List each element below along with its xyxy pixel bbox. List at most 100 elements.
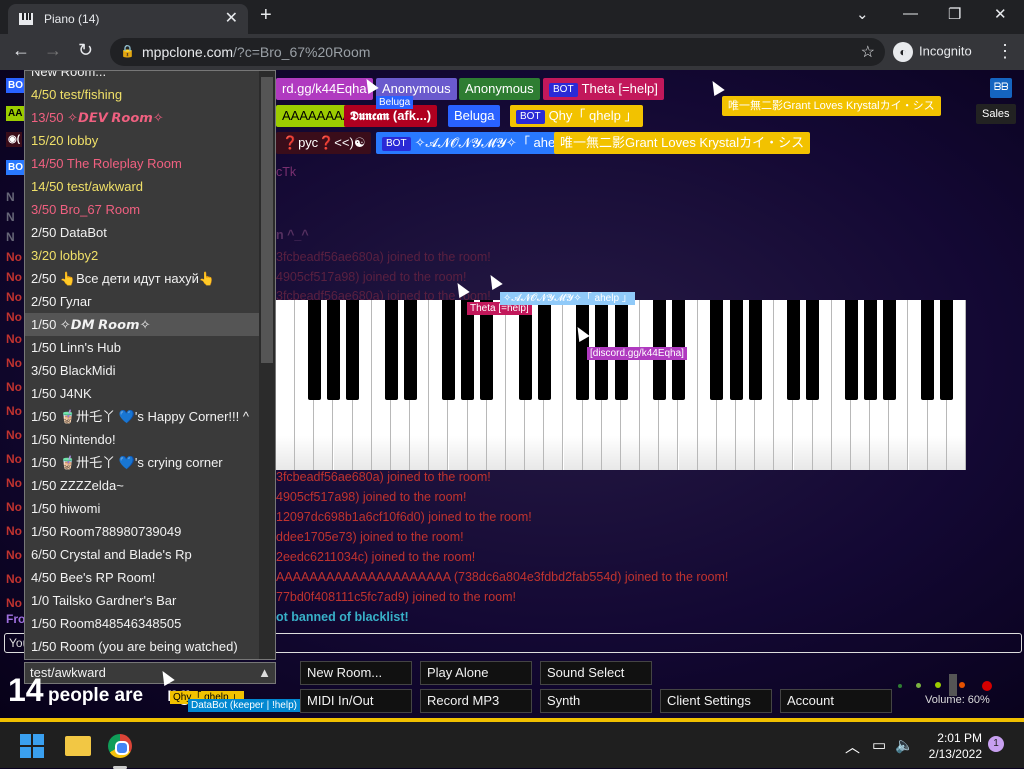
- user-badge[interactable]: BOT Theta [=help]: [543, 78, 664, 100]
- user-badge[interactable]: ❓рус❓<<)☯: [276, 132, 372, 154]
- black-key[interactable]: [882, 300, 896, 400]
- room-list-item[interactable]: New Room...: [25, 71, 261, 83]
- new-room-button[interactable]: New Room...: [300, 661, 412, 685]
- incognito-indicator[interactable]: ◐ Incognito: [893, 42, 972, 64]
- room-list-item[interactable]: 2/50 Гулаг: [25, 290, 261, 313]
- reload-icon[interactable]: ↻: [78, 40, 93, 61]
- black-key[interactable]: [940, 300, 954, 400]
- chevron-up-icon: ▲: [258, 665, 271, 680]
- black-key[interactable]: [787, 300, 800, 400]
- black-key[interactable]: [518, 300, 532, 400]
- black-key[interactable]: [748, 300, 762, 400]
- user-badge[interactable]: 唯一無二影Grant Loves Krystalカイ・シス: [722, 96, 941, 116]
- tab-title: Piano (14): [44, 12, 100, 26]
- bookmark-star-icon[interactable]: ☆: [861, 42, 875, 62]
- tab-close-icon[interactable]: ✕: [225, 8, 238, 28]
- synth-button[interactable]: Synth: [540, 689, 652, 713]
- user-badge[interactable]: Beluga: [448, 105, 501, 127]
- room-list-item[interactable]: 4/50 Bee's RP Room!: [25, 566, 261, 589]
- browser-tab[interactable]: Piano (14) ✕: [8, 4, 248, 34]
- chevron-up-icon[interactable]: ︿: [845, 736, 860, 757]
- record-mp3-button[interactable]: Record MP3: [420, 689, 532, 713]
- chrome-icon[interactable]: [108, 734, 132, 758]
- white-key[interactable]: [276, 300, 296, 470]
- room-list-item[interactable]: 1/50 Room (you are being watched): [25, 635, 261, 658]
- black-key[interactable]: [537, 300, 551, 400]
- room-list-item[interactable]: 3/20 lobby2: [25, 244, 261, 267]
- windows-start-icon[interactable]: [20, 734, 44, 758]
- room-list-item[interactable]: 1/50 🧋卅乇丫 💙's Happy Corner!!! ^: [25, 405, 261, 428]
- black-key[interactable]: [921, 300, 935, 400]
- black-key[interactable]: [461, 300, 475, 400]
- new-tab-button[interactable]: +: [260, 4, 272, 27]
- room-list-item[interactable]: 14/50 test/awkward: [25, 175, 261, 198]
- room-list-item[interactable]: 2/50 DataBot: [25, 221, 261, 244]
- tab-search-icon[interactable]: ⌄: [856, 5, 869, 23]
- room-list-item[interactable]: 1/50 Linn's Hub: [25, 336, 261, 359]
- black-key[interactable]: [806, 300, 820, 400]
- room-list-item[interactable]: 6/50 Crystal and Blade's Rp: [25, 543, 261, 566]
- room-list-item[interactable]: 1/50 Nintendo!: [25, 428, 261, 451]
- user-badge[interactable]: BOT Qhy「 qhelp 」: [510, 105, 644, 127]
- room-list-item[interactable]: 14/50 The Roleplay Room: [25, 152, 261, 175]
- client-settings-button[interactable]: Client Settings: [660, 689, 772, 713]
- room-list-item[interactable]: 4/50 test/fishing: [25, 83, 261, 106]
- room-list-item[interactable]: 13/50 ✧𝘿𝙀𝙑 𝙍𝙤𝙤𝙢✧: [25, 106, 261, 129]
- user-badge[interactable]: rd.gg/k44Eqha: [276, 78, 373, 100]
- system-clock[interactable]: 2:01 PM 2/13/2022: [922, 730, 982, 762]
- user-badge[interactable]: Sales: [976, 104, 1016, 124]
- account-button[interactable]: Account: [780, 689, 892, 713]
- minimize-button[interactable]: —: [903, 5, 918, 22]
- user-badge[interactable]: ᗷᗷ: [990, 78, 1013, 98]
- room-list-item[interactable]: 15/20 lobby: [25, 129, 261, 152]
- status-dot: [959, 682, 965, 688]
- black-key[interactable]: [863, 300, 877, 400]
- chat-message: ddee1705e73) joined to the room!: [276, 530, 464, 544]
- user-badge-fragment: AA: [6, 106, 25, 121]
- black-key[interactable]: [346, 300, 360, 400]
- black-key[interactable]: [844, 300, 858, 400]
- room-list-item[interactable]: 1/50 🧋卅乇丫 💙's crying corner: [25, 451, 261, 474]
- black-key[interactable]: [307, 300, 321, 400]
- sound-select-button[interactable]: Sound Select: [540, 661, 652, 685]
- black-key[interactable]: [384, 300, 398, 400]
- room-list-item[interactable]: 3/50 Bro_67 Room: [25, 198, 261, 221]
- address-bar[interactable]: 🔒 mppclone.com/?c=Bro_67%20Room ☆: [110, 38, 885, 66]
- black-key[interactable]: [480, 300, 494, 400]
- midi-button[interactable]: MIDI In/Out: [300, 689, 412, 713]
- room-dropdown[interactable]: 1/50 Room (you are being watched) 1/50 Ro…: [24, 70, 276, 660]
- black-key[interactable]: [729, 300, 743, 400]
- black-key[interactable]: [403, 300, 417, 400]
- black-key[interactable]: [442, 300, 455, 400]
- room-list-item[interactable]: 1/0 Tailsko Gardner's Bar: [25, 589, 261, 612]
- room-list-item[interactable]: 2/50 👆Все дети идут нахуй👆: [25, 267, 261, 290]
- notification-badge[interactable]: 1: [988, 736, 1004, 752]
- back-icon[interactable]: ←: [12, 40, 30, 61]
- browser-menu-icon[interactable]: ⋮: [996, 41, 1014, 62]
- close-window-button[interactable]: ✕: [994, 5, 1007, 23]
- speaker-icon[interactable]: 🔈: [895, 736, 914, 754]
- network-icon[interactable]: ▭: [872, 736, 886, 754]
- file-explorer-icon[interactable]: [65, 736, 91, 756]
- room-list-item[interactable]: 1/50 ZZZZelda~: [25, 474, 261, 497]
- piano-keyboard[interactable]: [276, 300, 966, 470]
- incognito-icon: ◐: [893, 42, 913, 62]
- volume-knob[interactable]: [949, 674, 957, 696]
- room-list-item[interactable]: 1/50 Room848546348505: [25, 612, 261, 635]
- chat-message: 3fcbeadf56ae680a) joined to the room!: [276, 250, 491, 264]
- restore-button[interactable]: ❐: [948, 5, 961, 23]
- user-badge[interactable]: Anonymous: [459, 78, 540, 100]
- forward-icon[interactable]: →: [44, 40, 62, 61]
- black-key[interactable]: [327, 300, 340, 400]
- play-alone-button[interactable]: Play Alone: [420, 661, 532, 685]
- chat-message: 4905cf517a98) joined to the room!: [276, 270, 467, 284]
- room-list-item[interactable]: 1/50 hiwomi: [25, 497, 261, 520]
- scrollbar-thumb[interactable]: [261, 77, 273, 363]
- user-badge[interactable]: 唯一無二影Grant Loves Krystalカイ・シス: [554, 132, 811, 154]
- room-list-scrollbar[interactable]: [259, 71, 275, 659]
- room-list-item[interactable]: 1/50 Room788980739049: [25, 520, 261, 543]
- room-list-item[interactable]: 1/50 ✧𝘿𝙈 𝙍𝙤𝙤𝙢✧: [25, 313, 261, 336]
- room-list-item[interactable]: 1/50 J4NK: [25, 382, 261, 405]
- black-key[interactable]: [710, 300, 724, 400]
- room-list-item[interactable]: 3/50 BlackMidi: [25, 359, 261, 382]
